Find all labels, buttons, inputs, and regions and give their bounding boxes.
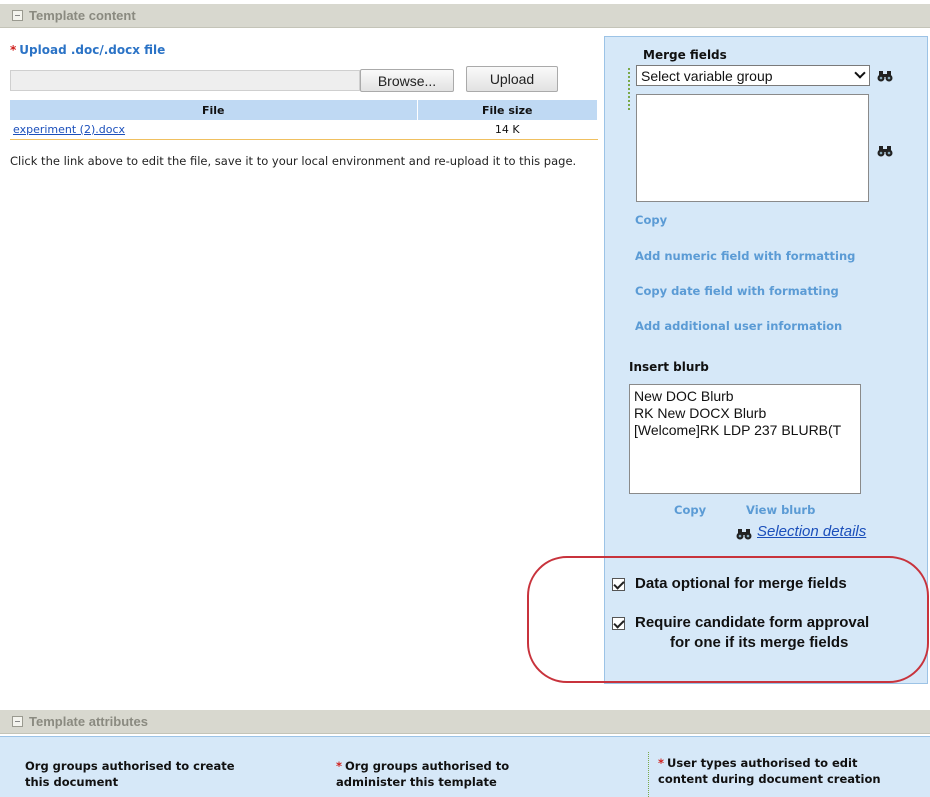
select-value: Select variable group — [641, 67, 773, 84]
list-item[interactable]: [Welcome]RK LDP 237 BLURB(T — [634, 422, 856, 439]
file-size-cell: 14 K — [417, 120, 598, 140]
blurb-list[interactable]: New DOC Blurb RK New DOCX Blurb [Welcome… — [629, 384, 861, 494]
add-numeric-field-link[interactable]: Add numeric field with formatting — [635, 249, 855, 263]
collapse-icon[interactable] — [12, 716, 23, 727]
require-approval-label-line1: Require candidate form approval — [635, 614, 870, 631]
add-user-info-link[interactable]: Add additional user information — [635, 319, 842, 333]
file-path-field[interactable] — [10, 70, 360, 91]
template-content-header[interactable]: Template content — [0, 4, 930, 28]
template-attributes-header[interactable]: Template attributes — [0, 710, 930, 734]
chevron-down-icon — [854, 67, 866, 79]
upload-label: * Upload .doc/.docx file — [10, 43, 165, 57]
column-header-file-size: File size — [417, 100, 598, 120]
require-approval-label-line2: for one if its merge fields — [670, 634, 849, 651]
required-marker: * — [10, 43, 17, 57]
org-groups-admin-label: * Org groups authorised to administer thi… — [336, 758, 509, 790]
copy-merge-field-link[interactable]: Copy — [635, 213, 667, 227]
user-types-label: * User types authorised to edit content d… — [658, 755, 881, 787]
upload-label-text: Upload .doc/.docx file — [19, 43, 166, 57]
section-title: Template attributes — [29, 714, 148, 729]
merge-field-list[interactable] — [636, 94, 869, 202]
view-blurb-link[interactable]: View blurb — [746, 503, 815, 517]
label-line: administer this template — [336, 775, 497, 789]
table-header-row: File File size — [10, 100, 598, 120]
upload-button[interactable]: Upload — [466, 66, 558, 92]
label-line: * Org groups authorised to — [336, 758, 509, 774]
data-optional-label: Data optional for merge fields — [635, 575, 847, 592]
column-divider — [648, 752, 649, 797]
label-line: * User types authorised to edit — [658, 755, 881, 771]
required-marker: * — [336, 759, 343, 773]
required-marker: * — [658, 756, 665, 770]
dotted-bracket — [628, 68, 634, 110]
org-groups-create-label: Org groups authorised to create this doc… — [25, 758, 235, 790]
collapse-icon[interactable] — [12, 10, 23, 21]
label-line: this document — [25, 775, 119, 789]
insert-blurb-title: Insert blurb — [629, 360, 709, 374]
binoculars-icon[interactable] — [877, 145, 893, 157]
section-title: Template content — [29, 8, 136, 23]
list-item[interactable]: RK New DOCX Blurb — [634, 405, 856, 422]
browse-button[interactable]: Browse... — [360, 69, 454, 92]
copy-date-field-link[interactable]: Copy date field with formatting — [635, 284, 839, 298]
file-name-cell: experiment (2).docx — [10, 120, 417, 140]
label-line: content during document creation — [658, 772, 881, 786]
file-table: File File size experiment (2).docx 14 K — [10, 100, 598, 140]
list-item[interactable]: New DOC Blurb — [634, 388, 856, 405]
data-optional-checkbox[interactable] — [612, 578, 625, 591]
help-text: Click the link above to edit the file, s… — [10, 154, 577, 168]
label-text: User types authorised to edit — [667, 756, 858, 770]
label-line: Org groups authorised to create — [25, 759, 235, 773]
binoculars-icon[interactable] — [736, 528, 752, 540]
table-row: experiment (2).docx 14 K — [10, 120, 598, 140]
require-approval-checkbox[interactable] — [612, 617, 625, 630]
label-text: Org groups authorised to — [345, 759, 510, 773]
copy-blurb-link[interactable]: Copy — [674, 503, 706, 517]
binoculars-icon[interactable] — [877, 70, 893, 82]
file-link[interactable]: experiment (2).docx — [13, 123, 125, 136]
variable-group-select[interactable]: Select variable group — [636, 65, 870, 86]
column-header-file: File — [10, 100, 418, 120]
selection-details-link[interactable]: Selection details — [757, 523, 866, 540]
merge-fields-title: Merge fields — [643, 48, 727, 62]
